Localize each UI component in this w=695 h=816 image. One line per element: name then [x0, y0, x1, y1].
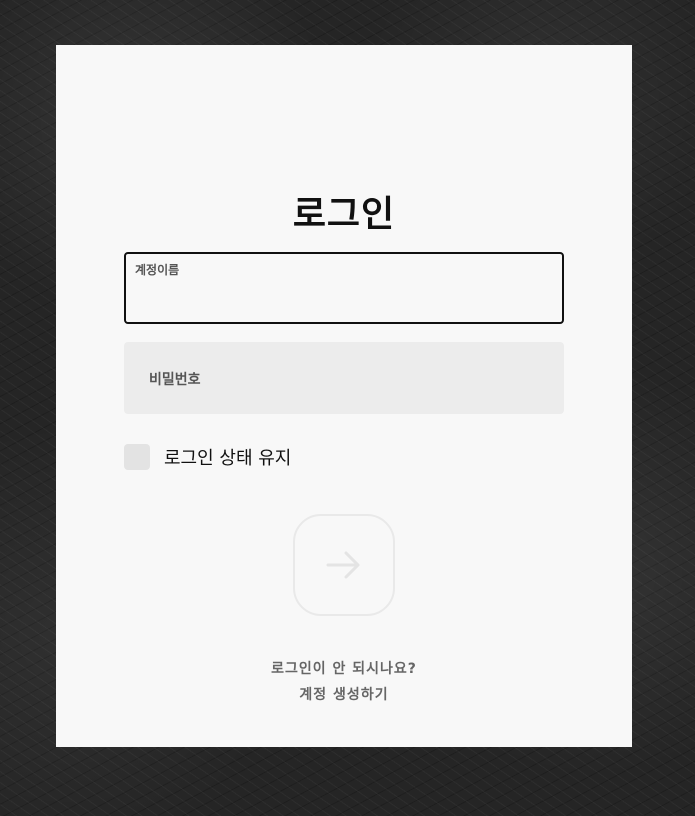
remember-login-label: 로그인 상태 유지 [164, 448, 292, 469]
remember-login-option[interactable]: 로그인 상태 유지 [124, 442, 291, 472]
page-title: 로그인 [292, 194, 396, 235]
username-field[interactable]: 계정이름 [124, 252, 564, 324]
login-card: 로그인 계정이름 비밀번호 로그인 상태 유지 로그인이 안 되시나요? 계정 … [56, 45, 632, 747]
create-account-link[interactable]: 계정 생성하기 [56, 685, 632, 711]
username-input[interactable] [136, 284, 552, 314]
username-label: 계정이름 [135, 263, 180, 277]
arrow-right-icon [326, 551, 360, 579]
remember-login-checkbox[interactable] [124, 444, 150, 470]
login-help-link[interactable]: 로그인이 안 되시나요? [56, 659, 632, 685]
login-submit-button[interactable] [293, 514, 395, 616]
password-input[interactable] [134, 376, 554, 406]
password-field[interactable]: 비밀번호 [124, 342, 564, 414]
account-links: 로그인이 안 되시나요? 계정 생성하기 [56, 659, 632, 711]
